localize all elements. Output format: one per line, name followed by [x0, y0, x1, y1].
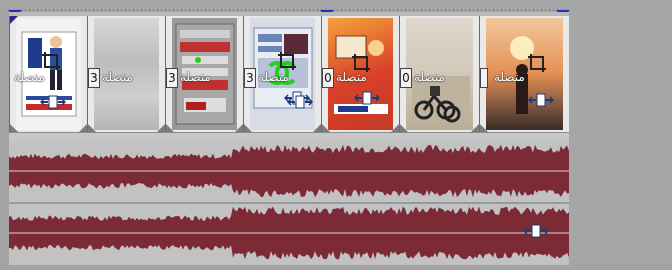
clip-fade-handle[interactable]	[480, 124, 488, 132]
clip-label: متصلة	[180, 70, 211, 84]
clip-label: متصلة	[14, 70, 45, 84]
clip-fade-handle[interactable]	[235, 124, 243, 132]
stretch-icon[interactable]	[287, 94, 313, 110]
stretch-icon[interactable]	[528, 92, 554, 108]
timeline-empty-region[interactable]	[569, 12, 672, 264]
video-clip[interactable]: متصلة	[9, 16, 87, 132]
clip-corner-marker	[10, 16, 18, 24]
stretch-icon[interactable]	[354, 90, 380, 106]
stretch-icon[interactable]	[40, 94, 66, 110]
clip-number: 3	[88, 68, 100, 88]
clip-label: متصلة	[102, 70, 133, 84]
crop-icon[interactable]	[350, 52, 372, 74]
clip-number: 3	[244, 68, 256, 88]
clip-number: 0	[400, 68, 412, 88]
clip-fade-handle[interactable]	[313, 124, 321, 132]
video-clip[interactable]: 0 متصلة	[399, 16, 479, 132]
audio-track[interactable]	[9, 141, 569, 265]
clip-fade-handle[interactable]	[391, 124, 399, 132]
clip-fade-handle[interactable]	[157, 124, 165, 132]
video-clip[interactable]: متصلة	[479, 16, 569, 132]
audio-waveform	[9, 144, 569, 260]
crop-icon[interactable]	[40, 50, 62, 72]
clip-label: متصلة	[258, 70, 289, 84]
clip-label: متصلة	[414, 70, 445, 84]
clip-number: 3	[166, 68, 178, 88]
clip-fade-handle[interactable]	[400, 124, 408, 132]
clip-number	[480, 68, 488, 88]
clip-number: 0	[322, 68, 334, 88]
crop-icon[interactable]	[276, 50, 298, 72]
clip-fade-handle[interactable]	[471, 124, 479, 132]
clip-label: متصلة	[494, 70, 525, 84]
clip-fade-handle[interactable]	[244, 124, 252, 132]
timeline-editor: متصلة 3 متصلة 3 متصلة 3 متصلة 0 متصلة 0 …	[0, 0, 672, 270]
stretch-icon[interactable]	[523, 223, 549, 239]
clip-fade-handle[interactable]	[166, 124, 174, 132]
clip-fade-handle[interactable]	[79, 124, 87, 132]
timeline-ruler[interactable]	[0, 0, 672, 12]
clip-fade-handle[interactable]	[88, 124, 96, 132]
crop-icon[interactable]	[526, 52, 548, 74]
video-clip[interactable]: 3 متصلة	[243, 16, 321, 132]
ruler-ticks	[9, 9, 569, 11]
video-clip[interactable]: 3 متصلة	[87, 16, 165, 132]
clip-fade-handle[interactable]	[10, 124, 18, 132]
clip-fade-handle[interactable]	[322, 124, 330, 132]
video-clip[interactable]: 0 متصلة	[321, 16, 399, 132]
video-clip[interactable]: 3 متصلة	[165, 16, 243, 132]
video-track[interactable]: متصلة 3 متصلة 3 متصلة 3 متصلة 0 متصلة 0 …	[9, 16, 569, 132]
